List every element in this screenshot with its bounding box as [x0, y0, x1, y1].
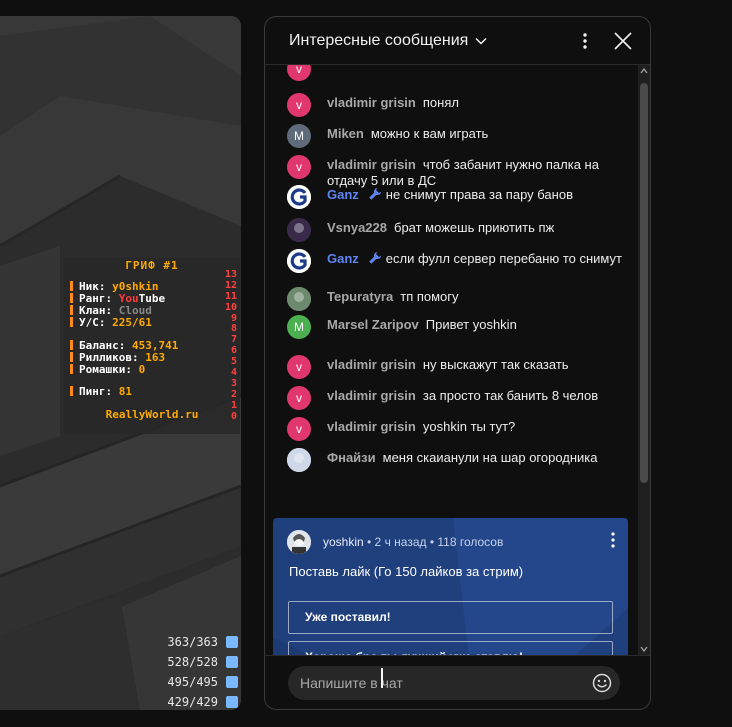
game-video[interactable]: ГРИФ #1 Ник: y0shkin Ранг: YouTube Клан:…	[0, 16, 241, 710]
chat-message[interactable]: v vladimir grisin за просто так банить 8 ч…	[287, 386, 627, 410]
poll-option-2[interactable]: Хорошо бро ты лучший уже ставлю!	[288, 641, 613, 655]
poll-author: yoshkin	[323, 535, 364, 549]
message-text: если фулл сервер перебаню то снимут	[385, 251, 622, 266]
avatar[interactable]: M	[287, 124, 311, 148]
scoreboard-score: 10	[224, 301, 237, 313]
scoreboard-score-column: 13 12 11 10 9 8 7 6 5 4 3 2 1 0	[219, 269, 237, 422]
message-author[interactable]: Фнайзи	[327, 450, 376, 465]
chat-input-row: Напишите в чат	[265, 655, 650, 709]
message-author[interactable]: Ganz	[327, 187, 359, 202]
scoreboard-row-romashki: Ромашки: 0	[70, 364, 145, 376]
avatar[interactable]	[287, 185, 311, 209]
message-text: за просто так банить 8 челов	[422, 388, 599, 403]
chevron-down-icon[interactable]	[474, 34, 488, 48]
poll-card: yoshkin • 2 ч назад • 118 голосов Постав…	[273, 518, 628, 655]
scroll-down-icon[interactable]	[640, 645, 648, 653]
message-author[interactable]: Miken	[327, 126, 364, 141]
avatar[interactable]	[287, 218, 311, 242]
chat-message[interactable]: Фнайзи меня скаианули на шар огородника	[287, 448, 627, 472]
scoreboard-row-ping: Пинг: 81	[70, 386, 132, 398]
emoji-icon[interactable]	[592, 673, 612, 693]
message-author[interactable]: vladimir grisin	[327, 357, 416, 372]
avatar	[287, 530, 311, 554]
chat-input[interactable]: Напишите в чат	[288, 666, 620, 700]
scoreboard-score: 1	[230, 399, 237, 411]
chat-message[interactable]: M Miken можно к вам играть	[287, 124, 627, 148]
message-text: понял	[422, 95, 459, 110]
chat-message[interactable]: v vladimir grisin yoshkin ты тут?	[287, 417, 627, 441]
scoreboard: ГРИФ #1 Ник: y0shkin Ранг: YouTube Клан:…	[64, 258, 240, 434]
message-author[interactable]: Tepuratyra	[327, 289, 393, 304]
poll-header: yoshkin • 2 ч назад • 118 голосов	[287, 530, 503, 554]
moderator-wrench-icon	[368, 251, 382, 269]
text-cursor-icon	[381, 668, 383, 688]
avatar[interactable]: v	[287, 155, 311, 179]
chat-message[interactable]: Ganz если фулл сервер перебаню то снимут	[287, 249, 627, 273]
message-author[interactable]: Vsnya228	[327, 220, 387, 235]
message-author[interactable]: Ganz	[327, 251, 359, 266]
leggings-icon	[226, 676, 238, 688]
poll-question: Поставь лайк (Го 150 лайков за стрим)	[289, 564, 524, 579]
message-author[interactable]: vladimir grisin	[327, 419, 416, 434]
avatar[interactable]: v	[287, 417, 311, 441]
message-text: брат можешь приютить пж	[394, 220, 555, 235]
chat-message[interactable]: v vladimir grisin понял	[287, 93, 627, 117]
avatar[interactable]	[287, 448, 311, 472]
boots-icon	[226, 696, 238, 708]
chat-message-list[interactable]: v v vladimir grisin понял M Miken можно к вам…	[265, 65, 637, 655]
armor-hud: 363/363 528/528 495/495 429/429	[146, 632, 238, 710]
avatar[interactable]: v	[287, 386, 311, 410]
chat-header: Интересные сообщения	[265, 17, 650, 65]
chestplate-icon	[226, 656, 238, 668]
message-author[interactable]: vladimir grisin	[327, 157, 416, 172]
armor-leggings: 495/495	[146, 672, 238, 692]
chat-message[interactable]: v vladimir grisin ну выскажут так сказать	[287, 355, 627, 379]
screen-root: ГРИФ #1 Ник: y0shkin Ранг: YouTube Клан:…	[0, 0, 732, 727]
chat-message[interactable]: Ganz не снимут права за пару банов	[287, 185, 627, 209]
scroll-thumb[interactable]	[640, 83, 648, 483]
chat-scrollbar[interactable]	[638, 65, 650, 655]
avatar[interactable]: v	[287, 355, 311, 379]
chat-message-cut: v	[287, 65, 627, 81]
moderator-wrench-icon	[368, 187, 382, 205]
armor-chestplate: 528/528	[146, 652, 238, 672]
avatar[interactable]: v	[287, 93, 311, 117]
more-vert-icon[interactable]	[577, 31, 593, 51]
message-text: ну выскажут так сказать	[422, 357, 569, 372]
helmet-icon	[226, 636, 238, 648]
chat-message[interactable]: Tepuratyra тп помогу	[287, 287, 627, 311]
message-text: не снимут права за пару банов	[385, 187, 573, 202]
message-text: yoshkin ты тут?	[422, 419, 516, 434]
message-text: можно к вам играть	[370, 126, 489, 141]
scoreboard-row-kd: У/С: 225/61	[70, 317, 152, 329]
chat-mode-dropdown[interactable]: Интересные сообщения	[289, 32, 468, 50]
chat-message[interactable]: Vsnya228 брат можешь приютить пж	[287, 218, 627, 242]
poll-meta: • 2 ч назад • 118 голосов	[363, 535, 504, 549]
avatar[interactable]	[287, 249, 311, 273]
message-text: тп помогу	[400, 289, 459, 304]
message-author[interactable]: vladimir grisin	[327, 388, 416, 403]
armor-helmet: 363/363	[146, 632, 238, 652]
scoreboard-site: ReallyWorld.ru	[105, 408, 199, 421]
message-author[interactable]: Marsel Zaripov	[327, 317, 419, 332]
poll-option-1[interactable]: Уже поставил!	[288, 601, 613, 634]
poll-more-icon[interactable]	[608, 532, 618, 550]
chat-message[interactable]: v vladimir grisin чтоб забанит нужно палка…	[287, 155, 627, 189]
message-author[interactable]: vladimir grisin	[327, 95, 416, 110]
chat-message[interactable]: M Marsel Zaripov Привет yoshkin	[287, 315, 627, 339]
armor-boots: 429/429	[146, 692, 238, 710]
scoreboard-score: 0	[230, 410, 237, 422]
message-text: меня скаианули на шар огородника	[382, 450, 598, 465]
avatar[interactable]: M	[287, 315, 311, 339]
scoreboard-title: ГРИФ #1	[125, 259, 179, 272]
close-icon[interactable]	[613, 31, 633, 51]
scroll-up-icon[interactable]	[640, 67, 648, 75]
live-chat-panel: Интересные сообщения v v vladimir grisin п…	[264, 16, 651, 710]
avatar[interactable]	[287, 287, 311, 311]
message-text: Привет yoshkin	[425, 317, 517, 332]
